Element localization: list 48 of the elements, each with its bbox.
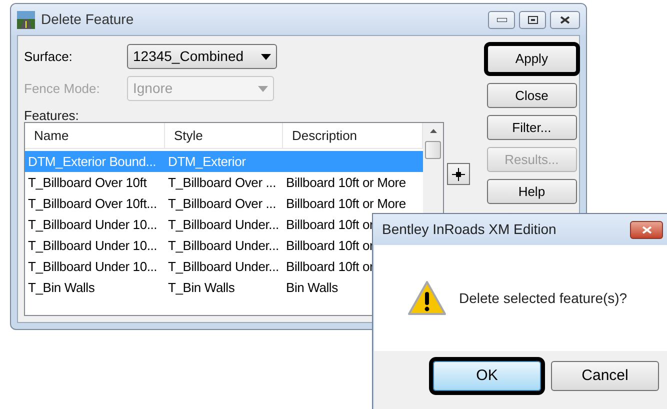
caret-icon	[261, 54, 271, 60]
table-cell: T_Billboard Over 10ft	[28, 174, 147, 190]
table-cell: Billboard 10ft or More	[286, 196, 406, 211]
table-cell: DTM_Exterior Bound...	[28, 154, 156, 169]
table-cell: T_Billboard Under...	[168, 238, 279, 253]
dialog-button[interactable]: Filter...	[486, 115, 577, 140]
table-cell: T_Billboard Under 10...	[28, 238, 158, 253]
dialog-button[interactable]: Help	[486, 179, 577, 204]
minimize-button[interactable]	[488, 10, 515, 28]
table-cell: Billboard 10ft or More	[286, 174, 406, 190]
table-cell: T_Billboard Over ...	[168, 174, 276, 190]
minimize-icon	[496, 18, 506, 22]
dialog-button[interactable]: Cancel	[551, 361, 659, 391]
warning-icon	[407, 280, 447, 316]
table-cell: T_Bin Walls	[28, 280, 95, 295]
dialog-button[interactable]: Close	[486, 83, 577, 108]
maximize-button[interactable]	[519, 10, 546, 28]
caret-icon	[258, 86, 268, 92]
field-label: Surface:	[24, 48, 74, 66]
road-icon	[17, 10, 35, 28]
maximize-icon	[528, 16, 538, 24]
close-icon	[642, 226, 652, 234]
surface-dropdown[interactable]: 12345_Combined	[127, 44, 277, 69]
window-title: Bentley InRoads XM Edition	[382, 220, 556, 239]
table-cell: T_Billboard Under 10...	[28, 216, 158, 232]
table-cell: DTM_Exterior	[168, 154, 246, 169]
list-label: Features:	[24, 107, 80, 122]
close-button[interactable]	[630, 220, 663, 238]
list-row[interactable]: T_Billboard Over 10ft T_Billboard Over ... Billboard 10ft or More	[25, 172, 423, 193]
dialog-button: Results...	[486, 147, 577, 172]
close-icon	[560, 16, 570, 24]
pick-button[interactable]	[446, 163, 470, 185]
table-cell: T_Billboard Under 10...	[28, 258, 158, 274]
table-cell: Bin Walls	[286, 280, 338, 295]
table-cell: T_Billboard Over 10ft...	[28, 196, 157, 211]
dialog-button[interactable]: Apply	[486, 45, 577, 73]
scroll-up-icon	[430, 129, 436, 133]
table-cell: T_Billboard Under...	[168, 258, 279, 274]
field-label: Fence Mode:	[24, 80, 101, 98]
table-cell: T_Billboard Over ...	[168, 196, 276, 211]
table-cell: T_Bin Walls	[168, 280, 235, 295]
table-cell: T_Billboard Under...	[168, 216, 279, 232]
crosshair-icon	[452, 168, 465, 180]
window-title: Delete Feature	[41, 10, 134, 29]
close-button[interactable]	[550, 10, 580, 28]
list-row[interactable]: T_Billboard Over 10ft... T_Billboard Over ... Billboard 10ft or More	[25, 193, 423, 214]
scroll-thumb[interactable]	[425, 141, 441, 159]
message-text: Delete selected feature(s)?	[459, 288, 628, 308]
